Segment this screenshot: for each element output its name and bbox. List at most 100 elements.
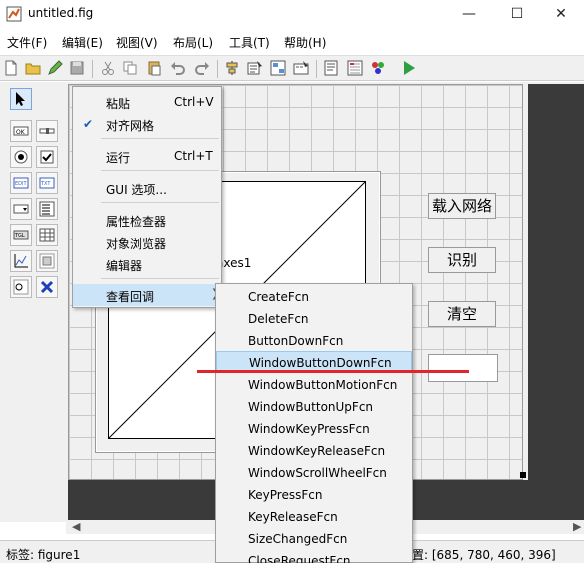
ctx-label: 属性检查器	[106, 215, 167, 229]
submenu-item-label: WindowKeyReleaseFcn	[248, 444, 386, 458]
button-group-tool[interactable]	[10, 276, 32, 298]
load-network-button[interactable]: 载入网络	[428, 193, 496, 219]
submenu-item[interactable]: SizeChangedFcn	[216, 528, 412, 550]
align-objects-icon[interactable]	[224, 60, 240, 76]
listbox-tool[interactable]	[36, 198, 58, 220]
menu-view[interactable]: 视图(V)	[116, 34, 158, 51]
ctx-shortcut: Ctrl+V	[174, 95, 214, 109]
ctx-snap-to-grid[interactable]: ✔ 对齐网格	[73, 113, 221, 135]
menu-separator	[101, 278, 219, 279]
object-browser-icon[interactable]	[370, 60, 386, 76]
checkbox-tool[interactable]	[36, 146, 58, 168]
submenu-item[interactable]: KeyPressFcn	[216, 484, 412, 506]
canvas-border-right	[528, 84, 584, 520]
ctx-property-inspector[interactable]: 属性检查器	[73, 209, 221, 231]
submenu-item[interactable]: WindowScrollWheelFcn	[216, 462, 412, 484]
submenu-item-label: DeleteFcn	[248, 312, 309, 326]
ctx-label: 运行	[106, 151, 131, 165]
submenu-item[interactable]: CloseRequestFcn	[216, 550, 412, 563]
svg-text:EDIT: EDIT	[15, 181, 27, 187]
ctx-run[interactable]: 运行 Ctrl+T	[73, 145, 221, 167]
toolbar-separator	[92, 60, 93, 78]
callbacks-submenu: CreateFcn DeleteFcn ButtonDownFcn Window…	[215, 283, 413, 563]
popup-menu-tool[interactable]	[10, 198, 32, 220]
slider-tool[interactable]	[36, 120, 58, 142]
scroll-right-icon[interactable]: ▶	[573, 520, 581, 533]
save-icon[interactable]	[69, 60, 85, 76]
toolbar-separator	[316, 60, 317, 78]
axes-icon	[14, 254, 28, 268]
run-figure-icon[interactable]	[401, 60, 417, 76]
activex-tool[interactable]	[36, 276, 58, 298]
edit-text-tool[interactable]: EDIT	[10, 172, 32, 194]
menu-tools[interactable]: 工具(T)	[229, 34, 270, 51]
svg-text:TXT: TXT	[40, 181, 51, 187]
recognize-button[interactable]: 识别	[428, 247, 496, 273]
radiobutton-tool[interactable]	[10, 146, 32, 168]
table-tool[interactable]	[36, 224, 58, 246]
menu-separator	[101, 170, 219, 171]
maximize-button[interactable]: ☐	[494, 0, 540, 30]
svg-text:TGL: TGL	[14, 233, 25, 239]
submenu-item-label: WindowButtonUpFcn	[248, 400, 374, 414]
scroll-left-icon[interactable]: ◀	[72, 520, 80, 533]
submenu-item[interactable]: ButtonDownFcn	[216, 330, 412, 352]
submenu-item[interactable]: WindowButtonMotionFcn	[216, 374, 412, 396]
ctx-object-browser[interactable]: 对象浏览器	[73, 231, 221, 253]
activex-icon	[40, 280, 54, 294]
property-inspector-icon[interactable]	[347, 60, 363, 76]
submenu-item[interactable]: KeyReleaseFcn	[216, 506, 412, 528]
paste-icon[interactable]	[146, 60, 162, 76]
edit-icon[interactable]	[47, 60, 63, 76]
tab-order-editor-icon[interactable]	[270, 60, 286, 76]
ctx-label: GUI 选项...	[106, 183, 167, 197]
cut-icon[interactable]	[100, 60, 116, 76]
pushbutton-tool[interactable]: OK	[10, 120, 32, 142]
static-text-tool[interactable]: TXT	[36, 172, 58, 194]
redo-icon[interactable]	[194, 60, 210, 76]
ctx-view-callbacks[interactable]: 查看回调 ❯	[73, 284, 221, 306]
ctx-gui-options[interactable]: GUI 选项...	[73, 177, 221, 199]
submenu-item[interactable]: DeleteFcn	[216, 308, 412, 330]
svg-text:OK: OK	[16, 129, 26, 136]
title-bar: untitled.fig — ☐ ✕	[0, 0, 584, 30]
menu-file[interactable]: 文件(F)	[7, 34, 47, 51]
resize-handle[interactable]	[520, 472, 526, 478]
menu-layout[interactable]: 布局(L)	[173, 34, 213, 51]
toolbar-editor-icon[interactable]	[293, 60, 309, 76]
status-tag: 标签: figure1	[6, 548, 81, 562]
ctx-label: 对齐网格	[106, 119, 155, 133]
menu-help[interactable]: 帮助(H)	[284, 34, 326, 51]
menu-edit[interactable]: 编辑(E)	[62, 34, 103, 51]
close-button[interactable]: ✕	[538, 0, 584, 30]
submenu-item[interactable]: WindowKeyPressFcn	[216, 418, 412, 440]
submenu-item[interactable]: WindowKeyReleaseFcn	[216, 440, 412, 462]
submenu-item-label: ButtonDownFcn	[248, 334, 344, 348]
axes-tool[interactable]	[10, 250, 32, 272]
toolbar	[0, 55, 584, 81]
toggle-button-tool[interactable]: TGL	[10, 224, 32, 246]
select-tool-button[interactable]	[10, 88, 32, 110]
editor-icon[interactable]	[323, 60, 339, 76]
minimize-button[interactable]: —	[446, 0, 492, 30]
submenu-item-label: WindowKeyPressFcn	[248, 422, 370, 436]
edit-text-box[interactable]	[428, 354, 498, 382]
open-folder-icon[interactable]	[25, 60, 41, 76]
window-title: untitled.fig	[28, 6, 94, 20]
submenu-item[interactable]: CreateFcn	[216, 286, 412, 308]
ctx-editor[interactable]: 编辑器	[73, 253, 221, 275]
new-file-icon[interactable]	[3, 60, 19, 76]
annotation-underline	[197, 370, 469, 373]
menu-editor-icon[interactable]	[247, 60, 263, 76]
clear-button[interactable]: 清空	[428, 301, 496, 327]
submenu-item[interactable]: WindowButtonUpFcn	[216, 396, 412, 418]
checkbox-icon	[40, 150, 54, 164]
copy-icon[interactable]	[122, 60, 138, 76]
checkmark-icon: ✔	[83, 117, 94, 131]
ctx-label: 查看回调	[106, 290, 155, 304]
panel-tool[interactable]	[36, 250, 58, 272]
undo-icon[interactable]	[170, 60, 186, 76]
toggle-icon: TGL	[13, 230, 29, 240]
matlab-figure-icon	[6, 6, 22, 22]
ctx-paste[interactable]: 粘贴 Ctrl+V	[73, 91, 221, 113]
